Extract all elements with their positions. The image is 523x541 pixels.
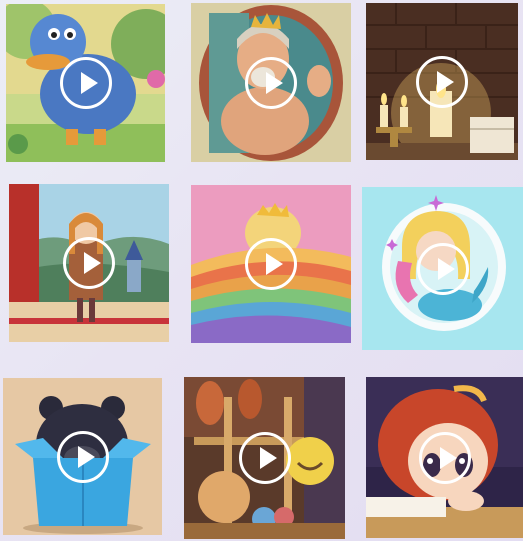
- video-thumbnail-mermaid[interactable]: [362, 187, 523, 350]
- video-thumbnail-princess-castle[interactable]: [9, 184, 169, 342]
- video-thumbnail-rainbow-princess[interactable]: [191, 185, 351, 343]
- play-icon[interactable]: [416, 242, 469, 295]
- video-thumbnail-candles[interactable]: [366, 3, 518, 160]
- play-icon[interactable]: [245, 56, 297, 109]
- video-thumbnail-girl-reading[interactable]: [366, 377, 523, 538]
- play-icon[interactable]: [416, 55, 468, 108]
- video-thumbnail-king-mirror[interactable]: [191, 3, 351, 162]
- play-icon[interactable]: [418, 431, 471, 484]
- video-thumbnail-bear-box[interactable]: [3, 378, 162, 535]
- play-icon[interactable]: [238, 432, 291, 484]
- play-icon[interactable]: [56, 430, 109, 483]
- video-thumbnail-toy-shop[interactable]: [184, 377, 345, 539]
- play-icon[interactable]: [245, 238, 297, 290]
- play-icon[interactable]: [63, 237, 115, 289]
- video-thumbnail-duck[interactable]: [6, 4, 165, 162]
- play-icon[interactable]: [59, 57, 112, 109]
